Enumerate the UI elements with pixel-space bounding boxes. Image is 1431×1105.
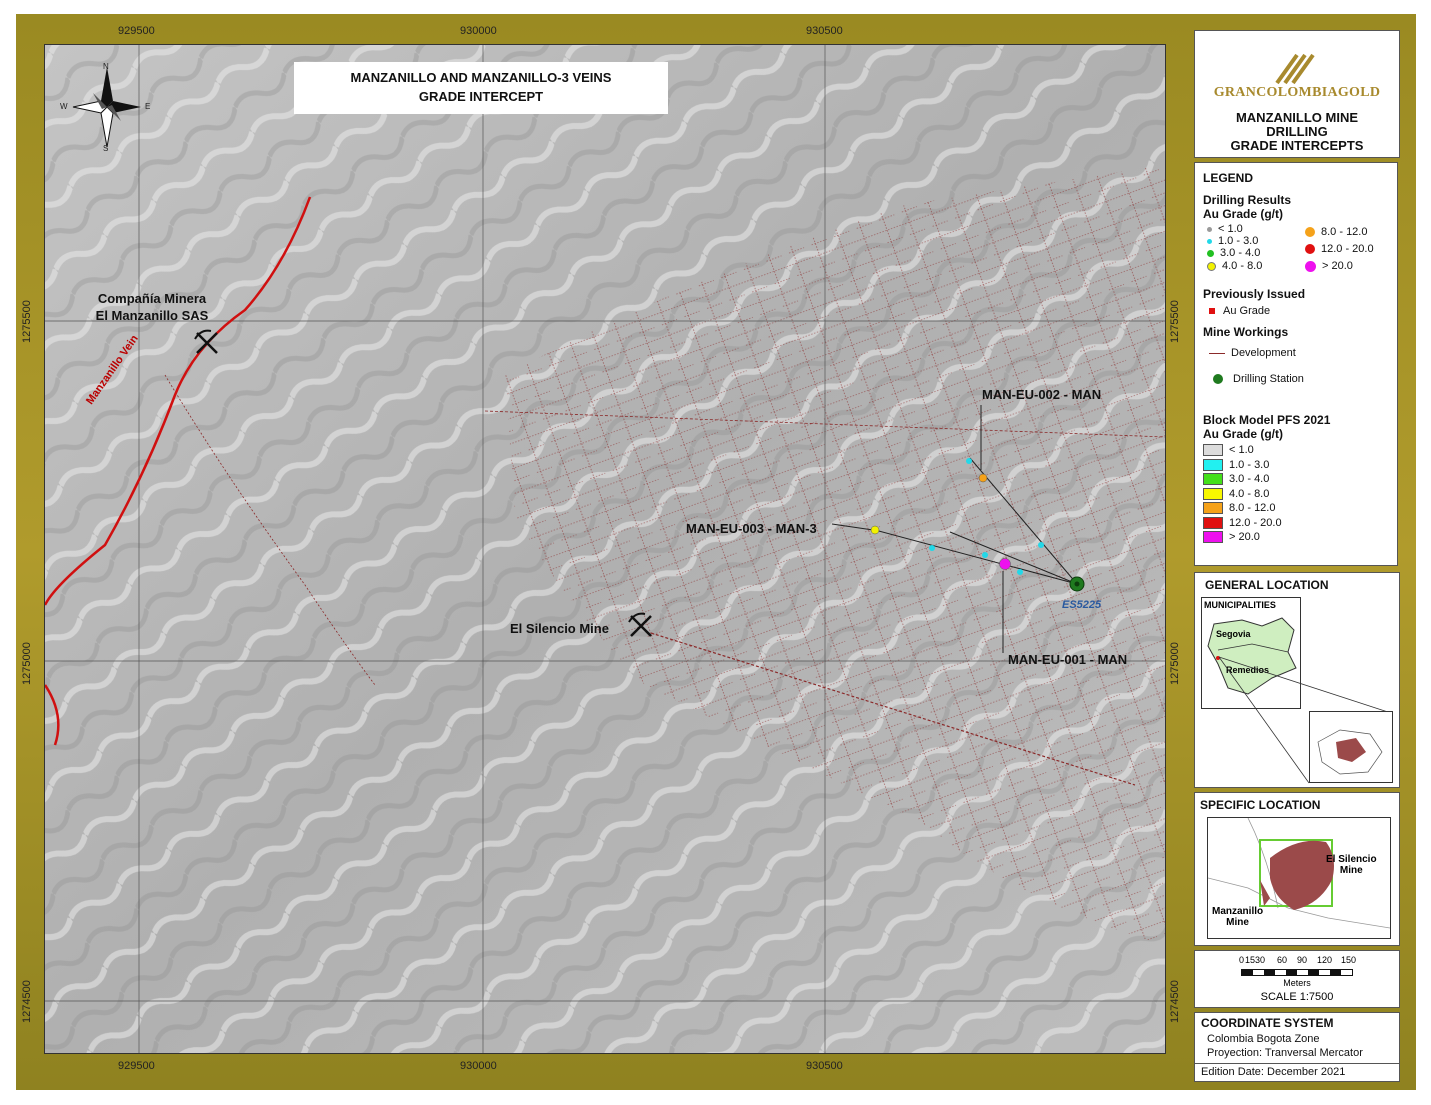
intercept-1-3[interactable]: [966, 458, 972, 464]
drill-legend-item: > 20.0: [1305, 260, 1353, 272]
title-line2: DRILLING: [1266, 124, 1328, 139]
intercept-8-12[interactable]: [978, 473, 988, 483]
coord-line1: Colombia Bogota Zone: [1207, 1033, 1320, 1045]
map-title-line1: MANZANILLO AND MANZANILLO-3 VEINS: [350, 70, 612, 85]
development-item: Development: [1209, 347, 1389, 359]
specific-location-panel: SPECIFIC LOCATION El Silencio Mine Manza…: [1194, 792, 1400, 946]
drill-legend-item: 8.0 - 12.0: [1305, 226, 1367, 238]
location-inset-map: [1317, 729, 1383, 775]
intercept-1-3[interactable]: [929, 545, 935, 551]
south-label: S: [103, 144, 109, 153]
block-legend-item: 12.0 - 20.0: [1203, 516, 1389, 531]
logo-mark-icon: [1275, 53, 1315, 85]
scale-ticks: 0 15 30 60 90 120 150: [1239, 955, 1359, 967]
intercept-gt20[interactable]: [999, 558, 1011, 570]
scale-tick: 150: [1341, 955, 1357, 965]
prev-item: Au Grade: [1209, 305, 1389, 317]
hole-003-label: MAN-EU-003 - MAN-3: [686, 521, 817, 536]
company-label-line2: El Manzanillo SAS: [95, 308, 209, 323]
block-legend-item: > 20.0: [1203, 530, 1389, 545]
logo-icon: [1195, 31, 1399, 87]
west-label: W: [60, 102, 68, 111]
title-line3: GRADE INTERCEPTS: [1230, 138, 1364, 153]
legend-title: LEGEND: [1203, 171, 1254, 185]
station-label: ES5225: [1062, 599, 1102, 611]
workings-title: Mine Workings: [1203, 325, 1289, 339]
hole-001-label: MAN-EU-001 - MAN: [1008, 652, 1128, 667]
intercept-1-3[interactable]: [1038, 542, 1044, 548]
y-tick-label: 1274500: [21, 980, 33, 1023]
block-legend-item: 1.0 - 3.0: [1203, 458, 1389, 473]
drill-legend-item: < 1.0: [1207, 223, 1243, 235]
scale-tick: 90: [1297, 955, 1308, 965]
scale-tick: 30: [1255, 955, 1266, 965]
drilling-sub: Au Grade (g/t): [1203, 207, 1283, 221]
x-tick-label: 929500: [118, 1060, 155, 1072]
hole-002-label: MAN-EU-002 - MAN: [982, 387, 1102, 402]
coord-line2: Proyection: Tranversal Mercator: [1207, 1047, 1363, 1059]
north-label: N: [103, 62, 109, 71]
map-canvas[interactable]: [44, 44, 1166, 1054]
location-inset: [1309, 711, 1393, 783]
scale-tick: 15: [1245, 955, 1256, 965]
scale-text: SCALE 1:7500: [1260, 991, 1334, 1003]
specific-location-map: El Silencio Mine Manzanillo Mine: [1207, 817, 1391, 939]
title-line1: MANZANILLO MINE: [1235, 110, 1359, 125]
company-label-line1: Compañía Minera: [97, 291, 207, 306]
y-tick-label: 1275000: [1169, 642, 1181, 685]
drilling-legend: < 1.0 1.0 - 3.0 3.0 - 4.0 4.0 - 8.0 8.0 …: [1203, 223, 1389, 281]
block-legend-item: 4.0 - 8.0: [1203, 487, 1389, 502]
east-label: E: [145, 102, 151, 111]
x-tick-label: 930000: [460, 25, 497, 37]
manzanillo-inset-label: Manzanillo Mine: [1212, 906, 1264, 928]
company-label: Compañía Minera El Manzanillo SAS: [72, 290, 232, 324]
x-tick-label: 929500: [118, 25, 155, 37]
scale-bar: [1241, 969, 1353, 976]
title-panel: GRANCOLOMBIAGOLD MANZANILLO MINE DRILLIN…: [1194, 30, 1400, 158]
x-tick-label: 930500: [806, 1060, 843, 1072]
x-tick-label: 930500: [806, 25, 843, 37]
y-tick-label: 1275500: [1169, 300, 1181, 343]
scale-unit: Meters: [1283, 978, 1311, 988]
scale-tick: 120: [1317, 955, 1333, 965]
y-tick-label: 1274500: [1169, 980, 1181, 1023]
edition-date: Edition Date: December 2021: [1201, 1066, 1346, 1078]
edition-divider: [1195, 1063, 1399, 1064]
silencio-mine-label: El Silencio Mine: [510, 621, 609, 636]
coord-title: COORDINATE SYSTEM: [1201, 1016, 1334, 1030]
block-title: Block Model PFS 2021: [1203, 413, 1331, 427]
drill-legend-item: 1.0 - 3.0: [1207, 235, 1258, 247]
scale-tick: 0: [1239, 955, 1245, 965]
drilling-title: Drilling Results: [1203, 193, 1292, 207]
coordinate-panel: COORDINATE SYSTEM Colombia Bogota Zone P…: [1194, 1012, 1400, 1082]
specific-location-title: SPECIFIC LOCATION: [1200, 798, 1321, 812]
prev-title: Previously Issued: [1203, 287, 1306, 301]
x-tick-label: 930000: [460, 1060, 497, 1072]
block-legend-item: 8.0 - 12.0: [1203, 501, 1389, 516]
drill-legend-item: 12.0 - 20.0: [1305, 243, 1374, 255]
silencio-inset-label: El Silencio Mine: [1326, 854, 1377, 876]
map-title-box: MANZANILLO AND MANZANILLO-3 VEINS GRADE …: [294, 62, 668, 114]
intercept-1-3[interactable]: [1017, 569, 1023, 575]
drilling-station-icon[interactable]: [1069, 576, 1085, 592]
legend-panel: LEGEND Drilling Results Au Grade (g/t) <…: [1194, 162, 1398, 566]
scale-panel: 0 15 30 60 90 120 150 Meters SCALE 1:750…: [1194, 950, 1400, 1008]
y-tick-label: 1275000: [21, 642, 33, 685]
block-legend-item: < 1.0: [1203, 443, 1389, 458]
intercept-1-3[interactable]: [982, 552, 988, 558]
scale-tick: 60: [1277, 955, 1288, 965]
y-tick-label: 1275500: [21, 300, 33, 343]
block-sub: Au Grade (g/t): [1203, 427, 1283, 441]
block-legend: < 1.0 1.0 - 3.0 3.0 - 4.0 4.0 - 8.0 8.0 …: [1203, 443, 1389, 545]
drill-legend-item: 4.0 - 8.0: [1207, 260, 1262, 272]
station-item: Drilling Station: [1213, 373, 1389, 385]
map-title-line2: GRADE INTERCEPT: [418, 89, 544, 104]
drill-legend-item: 3.0 - 4.0: [1207, 247, 1260, 259]
intercept-4-8[interactable]: [870, 525, 880, 535]
map-svg: [45, 45, 1165, 1053]
block-legend-item: 3.0 - 4.0: [1203, 472, 1389, 487]
general-location-panel: GENERAL LOCATION MUNICIPALITIES Segovia …: [1194, 572, 1400, 788]
